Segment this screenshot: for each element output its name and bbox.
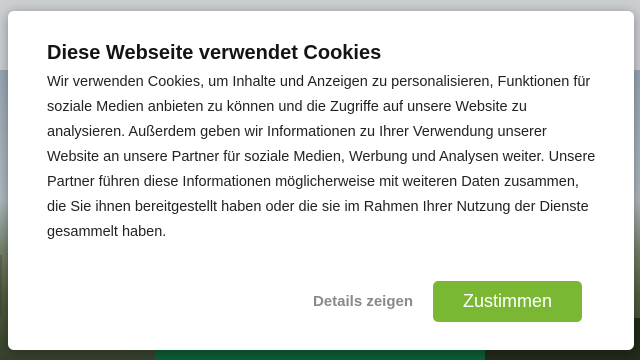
accept-button[interactable]: Zustimmen: [433, 281, 582, 322]
cookie-dialog-body: Wir verwenden Cookies, um Inhalte und An…: [47, 74, 596, 240]
cookie-dialog-title: Diese Webseite verwendet Cookies: [47, 42, 382, 64]
details-button[interactable]: Details zeigen: [308, 290, 418, 312]
cookie-consent-dialog: Diese Webseite verwendet Cookies Wir ver…: [8, 11, 634, 350]
